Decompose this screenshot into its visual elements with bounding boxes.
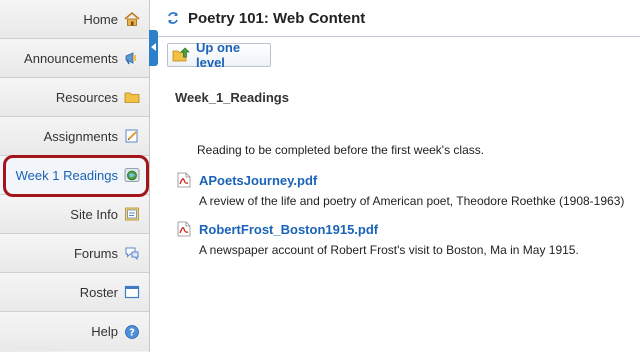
svg-text:?: ? xyxy=(129,327,135,338)
folder-title: Week_1_Readings xyxy=(175,90,289,105)
sidebar-item-resources[interactable]: Resources xyxy=(0,78,149,117)
sidebar-item-week-1-readings[interactable]: Week 1 Readings xyxy=(0,156,149,195)
sidebar-item-forums[interactable]: Forums xyxy=(0,234,149,273)
tool-sidebar: Home Announcements Resources Assignments… xyxy=(0,0,150,352)
sidebar-item-label: Help xyxy=(91,324,118,339)
home-icon xyxy=(124,11,140,27)
file-row: APoetsJourney.pdf xyxy=(177,172,317,188)
sidebar-item-announcements[interactable]: Announcements xyxy=(0,39,149,78)
sidebar-item-label: Forums xyxy=(73,245,118,261)
sidebar-item-label: Resources xyxy=(55,89,118,105)
sidebar-item-assignments[interactable]: Assignments xyxy=(0,117,149,156)
sidebar-item-label: Site Info xyxy=(70,206,118,222)
sidebar-item-label: Week 1 Readings xyxy=(15,167,118,183)
file-row: RobertFrost_Boston1915.pdf xyxy=(177,221,378,237)
folder-intro: Reading to be completed before the first… xyxy=(197,143,485,157)
megaphone-icon xyxy=(124,50,140,66)
tool-header: Poetry 101: Web Content xyxy=(158,0,640,37)
web-content-icon xyxy=(124,167,140,183)
sidebar-item-label: Announcements xyxy=(24,50,118,66)
sidebar-item-label: Assignments xyxy=(43,128,118,144)
sidebar-item-site-info[interactable]: Site Info xyxy=(0,195,149,234)
up-one-level-button[interactable]: Up one level xyxy=(167,40,271,70)
folder-up-icon xyxy=(172,47,190,63)
site-info-icon xyxy=(124,206,140,222)
forums-icon xyxy=(124,245,140,261)
file-link[interactable]: APoetsJourney.pdf xyxy=(199,173,317,188)
file-description: A newspaper account of Robert Frost's vi… xyxy=(199,243,579,257)
up-one-level-label: Up one level xyxy=(196,40,241,70)
help-icon: ? xyxy=(124,324,140,340)
page-title: Poetry 101: Web Content xyxy=(188,9,366,27)
pdf-icon xyxy=(177,221,191,237)
sidebar-item-help[interactable]: Help ? xyxy=(0,312,149,351)
roster-icon xyxy=(124,284,140,300)
sidebar-item-label: Roster xyxy=(79,284,118,300)
file-description: A review of the life and poetry of Ameri… xyxy=(199,194,625,208)
folder-icon xyxy=(124,89,140,105)
sidebar-item-roster[interactable]: Roster xyxy=(0,273,149,312)
sidebar-item-home[interactable]: Home xyxy=(0,0,149,39)
file-link[interactable]: RobertFrost_Boston1915.pdf xyxy=(199,222,378,237)
refresh-icon[interactable] xyxy=(166,11,180,25)
assignment-icon xyxy=(124,128,140,144)
collapse-sidebar-tab[interactable] xyxy=(149,30,158,66)
pdf-icon xyxy=(177,172,191,188)
sidebar-item-label: Home xyxy=(83,11,118,27)
